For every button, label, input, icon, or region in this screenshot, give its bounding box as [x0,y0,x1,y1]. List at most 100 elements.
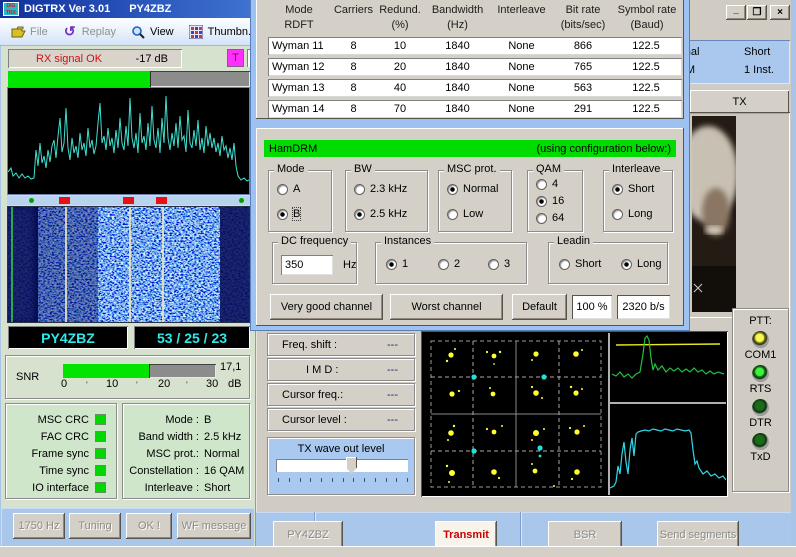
radio-icon [386,259,397,270]
menu-item-view-label: View [150,26,174,38]
callsign-button[interactable]: PY4ZBZ [273,521,343,548]
transmit-button-label: Transmit [443,529,489,541]
tab-tx[interactable]: TX [690,90,789,113]
bsr-button-label: BSR [574,529,597,541]
info-label: Band width : [123,431,199,443]
radio-interleave-short[interactable]: Short [612,183,654,195]
spectrum-monitor-display [610,334,726,402]
default-button[interactable]: Default [512,294,567,320]
radio-qam-4[interactable]: 4 [536,178,558,190]
radio-leadin-short[interactable]: Short [559,258,601,270]
table-row-wyman13[interactable]: Wyman 138401840None563122.5 [268,79,682,97]
ptt-label: PTT: [733,315,788,327]
meter-freq-shift: Freq. shift : --- [267,333,415,356]
group-qam-title: QAM [533,163,564,175]
dtr-label: DTR [733,417,788,429]
waterfall-display[interactable] [7,206,250,323]
callsign-text: PY4ZBZ [41,330,95,346]
radio-leadin-long[interactable]: Long [621,258,661,270]
tuning-label: Tuning [78,520,111,532]
group-bw-title: BW [351,163,375,175]
radio-bw-23[interactable]: 2.3 kHz [354,183,407,195]
radio-qam-64[interactable]: 64 [536,212,564,224]
radio-qam-16[interactable]: 16 [536,195,564,207]
magnifier-icon [130,24,146,40]
menu-item-file[interactable]: File [6,22,52,42]
frame-sync-label: Frame sync [32,448,89,460]
table-row-wyman11[interactable]: Wyman 118101840None866122.5 [268,37,682,55]
ok-label: OK ! [138,520,160,532]
close-button[interactable]: × [770,5,790,20]
radio-interleave-long[interactable]: Long [612,208,652,220]
tx-wave-slider-track[interactable] [276,459,408,472]
marker-strip [7,196,250,205]
wf-message-label: WF message [182,520,247,532]
radio-instances-1[interactable]: 1 [386,258,408,270]
radio-bw-25[interactable]: 2.5 kHz [354,208,407,220]
tuning-button[interactable]: Tuning [69,513,121,539]
rx-level-value: -17 dB [136,53,168,65]
frame-sync-led-icon [95,448,106,459]
radio-icon [612,184,623,195]
maximize-button[interactable]: ❐ [747,5,767,20]
bitrate-display: 2320 b/s [617,295,670,319]
send-segments-button[interactable]: Send segments [657,521,739,548]
tx-bottom-bar: PY4ZBZ Transmit BSR Send segments [256,512,791,550]
callsign-button-label: PY4ZBZ [287,529,329,541]
radio-msc-normal[interactable]: Normal [447,183,498,195]
radio-label: Normal [463,183,498,195]
ptt-panel: PTT: COM1 RTS DTR TxD [732,308,789,492]
segment-counter-display: 53 / 25 / 23 [134,326,250,349]
dtr-led-icon [752,399,769,416]
hamdrm-config-panel: HamDRM (using configuration below:) Mode… [256,128,684,326]
io-interface-label: IO interface [32,482,89,494]
group-interleave: Interleave Short Long [603,170,673,232]
folder-icon [10,24,26,40]
spectrum-display[interactable] [7,87,250,195]
menu-bar: File ↺ Replay View Thumbn. [0,18,256,46]
radio-label: 2 [454,258,460,270]
radio-label: Long [628,208,652,220]
t-button[interactable]: T [227,49,244,67]
menu-item-thumbn[interactable]: Thumbn. [184,22,255,42]
worst-channel-button[interactable]: Worst channel [390,294,503,320]
radio-label: 1 [402,258,408,270]
table-row-wyman14[interactable]: Wyman 148701840None291122.5 [268,100,682,118]
bsr-button[interactable]: BSR [548,521,622,548]
table-row-wyman12[interactable]: Wyman 128201840None765122.5 [268,58,682,76]
hamdrm-note: (using configuration below:) [536,143,671,155]
very-good-channel-button[interactable]: Very good channel [270,294,383,320]
group-mode-title: Mode [274,163,308,175]
maximize-icon: ❐ [753,7,762,18]
table-header-row1: ModeCarriersRedund.BandwidthInterleaveBi… [266,4,681,19]
radio-label: Long [637,258,661,270]
red-marker-icon [59,197,70,204]
radio-label: 64 [552,212,564,224]
radio-icon [559,259,570,270]
minimize-button[interactable]: _ [726,5,746,20]
ok-button[interactable]: OK ! [126,513,172,539]
radio-msc-low[interactable]: Low [447,208,483,220]
group-leadin: Leadin Short Long [548,242,668,284]
default-label: Default [522,301,557,313]
info-value: 16 QAM [204,465,244,477]
close-icon: × [777,7,783,18]
title-bar[interactable]: DIGTRX DIGTRX Ver 3.01 PY4ZBZ [0,0,256,18]
tone-1750hz-button[interactable]: 1750 Hz [13,513,65,539]
transmit-button[interactable]: Transmit [435,521,497,548]
wf-message-button[interactable]: WF message [177,513,251,539]
red-marker-icon [156,197,167,204]
menu-item-replay[interactable]: ↺ Replay [58,22,120,42]
radio-instances-2[interactable]: 2 [438,258,460,270]
green-marker-icon [239,198,244,203]
menu-item-view[interactable]: View [126,22,178,42]
radio-icon [354,209,365,220]
table-header-row2: RDFT(%)(Hz)(bits/sec)(Baud) [266,19,681,34]
radio-mode-b[interactable]: B [277,208,300,220]
tab-tx-label: TX [732,96,746,108]
radio-mode-a[interactable]: A [277,183,300,195]
dc-frequency-unit: Hz [343,259,356,271]
snr-unit: dB [228,378,241,390]
radio-instances-3[interactable]: 3 [488,258,510,270]
dc-frequency-input[interactable]: 350 [281,255,333,275]
